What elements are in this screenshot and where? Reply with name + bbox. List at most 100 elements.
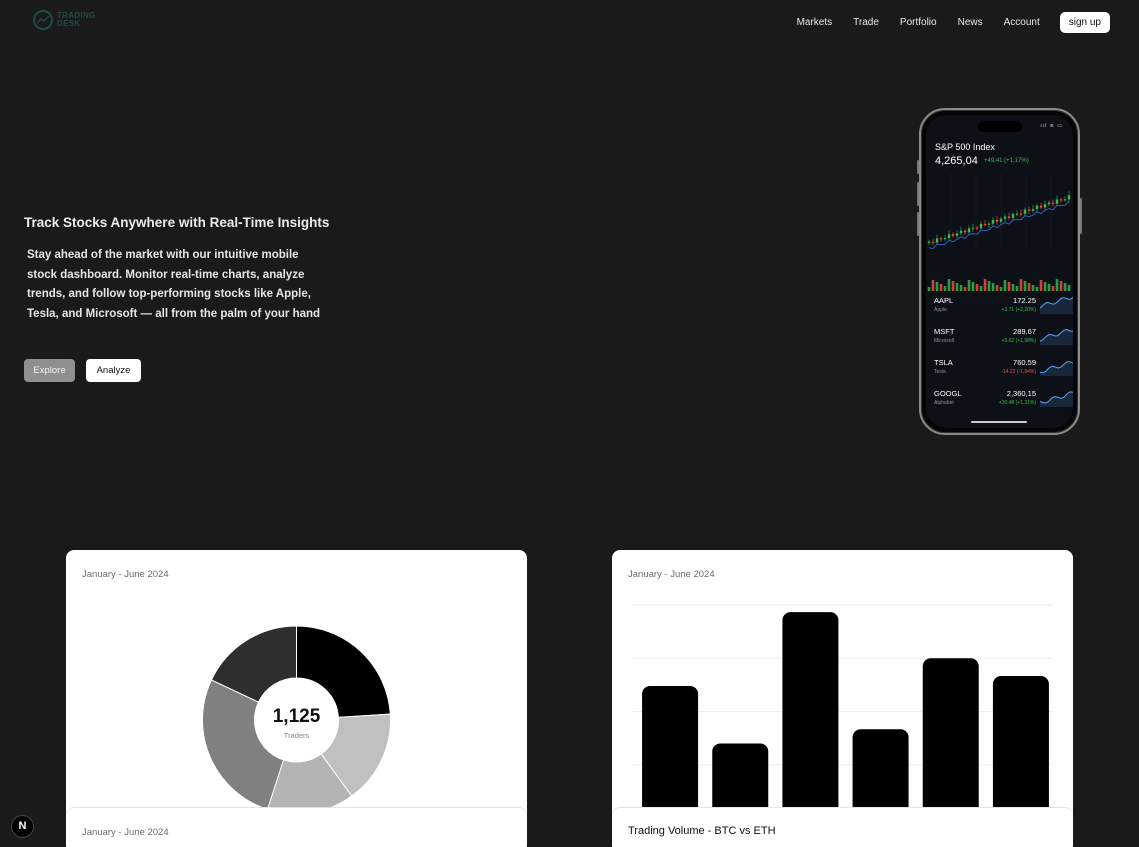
candle-body (955, 233, 959, 236)
volume-bar (943, 286, 947, 291)
ticker-name: Apple (934, 307, 947, 313)
volume-bar (951, 281, 955, 291)
bar-jan (642, 685, 699, 818)
nav-link-account[interactable]: Account (1004, 17, 1040, 28)
nav-link-news[interactable]: News (958, 17, 983, 28)
candle-body (943, 238, 947, 240)
donut-chart (202, 625, 391, 815)
nav-link-markets[interactable]: Markets (797, 17, 833, 28)
sparkline-area (1040, 361, 1073, 376)
volume-bar (967, 280, 971, 291)
ticker-row[interactable]: TSLA Tesla 760.59 -14.22 (-1,84%) (934, 358, 1073, 386)
volume-bar (1015, 286, 1019, 291)
bar-chart-card: January - June 2024 MarAprMayJun (612, 550, 1073, 847)
bar-feb (712, 743, 769, 818)
volume-bar (1035, 287, 1039, 291)
candle-body (1027, 209, 1031, 211)
explore-button[interactable]: Explore (24, 359, 75, 382)
candle-body (987, 223, 991, 225)
ticker-row[interactable]: GOOGL Alphabet 2,360,15 +30.48 (+1,31%) (934, 389, 1073, 417)
volume-bar (1039, 280, 1043, 291)
ticker-price: 2,360,15 (1006, 389, 1036, 398)
volume-bar (1055, 279, 1059, 291)
ticker-price: 172.25 (1013, 296, 1036, 305)
volume-bar (955, 283, 959, 291)
index-change: +49,41 (+1,17%) (984, 158, 1029, 164)
pie-slice-4 (202, 679, 285, 811)
candle-body (1011, 213, 1015, 219)
ticker-name: Tesla (934, 369, 946, 375)
volume-bar (1047, 284, 1051, 291)
bar-jun (992, 676, 1049, 818)
phone-mockup: ııl ≋ ▭ S&P 500 Index 4,265,04 +49,41 (+… (917, 108, 1082, 435)
signup-button[interactable]: sign up (1059, 12, 1110, 33)
status-bar-icons: ııl ≋ ▭ (1040, 123, 1063, 129)
candle-body (1063, 199, 1067, 201)
volume-bar (1051, 286, 1055, 291)
candle-body (1015, 213, 1019, 215)
sparkline-icon (1040, 297, 1073, 314)
phone-side-button (917, 160, 919, 174)
candle-body (999, 218, 1003, 222)
ticker-row[interactable]: MSFT Microsoft 289.67 +5.62 (+1,98%) (934, 327, 1073, 355)
brand-line-2: DESK (57, 19, 81, 28)
donut-center-label: Traders (283, 731, 310, 740)
traders-pie-card: January - June 2024 1,125 Traders (66, 550, 527, 847)
nav-link-trade[interactable]: Trade (853, 17, 879, 28)
candle-body (1059, 199, 1063, 201)
volume-bar (927, 287, 931, 291)
volume-bar (1059, 281, 1063, 291)
volume-bar (963, 287, 967, 291)
candle-body (1003, 216, 1007, 219)
candle-body (983, 223, 987, 225)
pie-slice-1 (296, 625, 391, 718)
volume-bar (1003, 280, 1007, 291)
home-indicator (971, 421, 1027, 423)
hero-title: Track Stocks Anywhere with Real-Time Ins… (24, 215, 330, 230)
index-price: 4,265,04 (935, 155, 978, 167)
volume-bar (991, 283, 995, 291)
ticker-symbol: TSLA (934, 358, 953, 367)
brand-logo[interactable]: TRADING DESK (32, 10, 96, 30)
bar-may (922, 658, 979, 818)
ticker-change: +5.62 (+1,98%) (1001, 338, 1036, 344)
candle-body (1023, 209, 1027, 214)
candle-body (975, 227, 979, 229)
card-subtitle: January - June 2024 (82, 827, 169, 838)
candle-body (927, 241, 931, 243)
candle-body (1043, 204, 1047, 208)
main-nav: Markets Trade Portfolio News Account sig… (797, 12, 1110, 33)
candle-body (1047, 202, 1051, 205)
volume-bar (999, 287, 1003, 291)
ticker-name: Alphabet (934, 400, 954, 406)
volume-bar (1027, 283, 1031, 291)
chart-logo-icon (33, 10, 53, 30)
volume-bar (939, 284, 943, 291)
candle-body (971, 227, 975, 229)
volume-bar (995, 285, 999, 291)
nav-link-portfolio[interactable]: Portfolio (900, 17, 937, 28)
volume-bar (979, 286, 983, 291)
ticker-change: +30.48 (+1,31%) (998, 400, 1036, 406)
ticker-row[interactable]: AAPL Apple 172.25 +3.71 (+2,20%) (934, 296, 1073, 324)
candle-body (995, 219, 999, 222)
lower-left-card: January - June 2024 (66, 808, 527, 847)
candle-body (963, 230, 967, 233)
donut-center-value: 1,125 (272, 706, 321, 727)
candle-body (1019, 213, 1023, 215)
candle-body (935, 238, 939, 243)
candle-body (967, 228, 971, 233)
volume-bar (983, 279, 987, 291)
ticker-symbol: MSFT (934, 327, 955, 336)
volume-bar (1043, 282, 1047, 291)
ticker-symbol: GOOGL (934, 389, 962, 398)
card-title: Trading Volume - BTC vs ETH (628, 825, 776, 837)
dynamic-island (978, 121, 1022, 132)
candle-body (931, 241, 935, 243)
phone-power-button (1080, 198, 1082, 234)
next-dev-badge[interactable]: N (11, 815, 34, 838)
candle-body (979, 223, 983, 229)
candle-body (1031, 209, 1035, 211)
volume-bar (987, 281, 991, 291)
analyze-button[interactable]: Analyze (86, 359, 141, 382)
